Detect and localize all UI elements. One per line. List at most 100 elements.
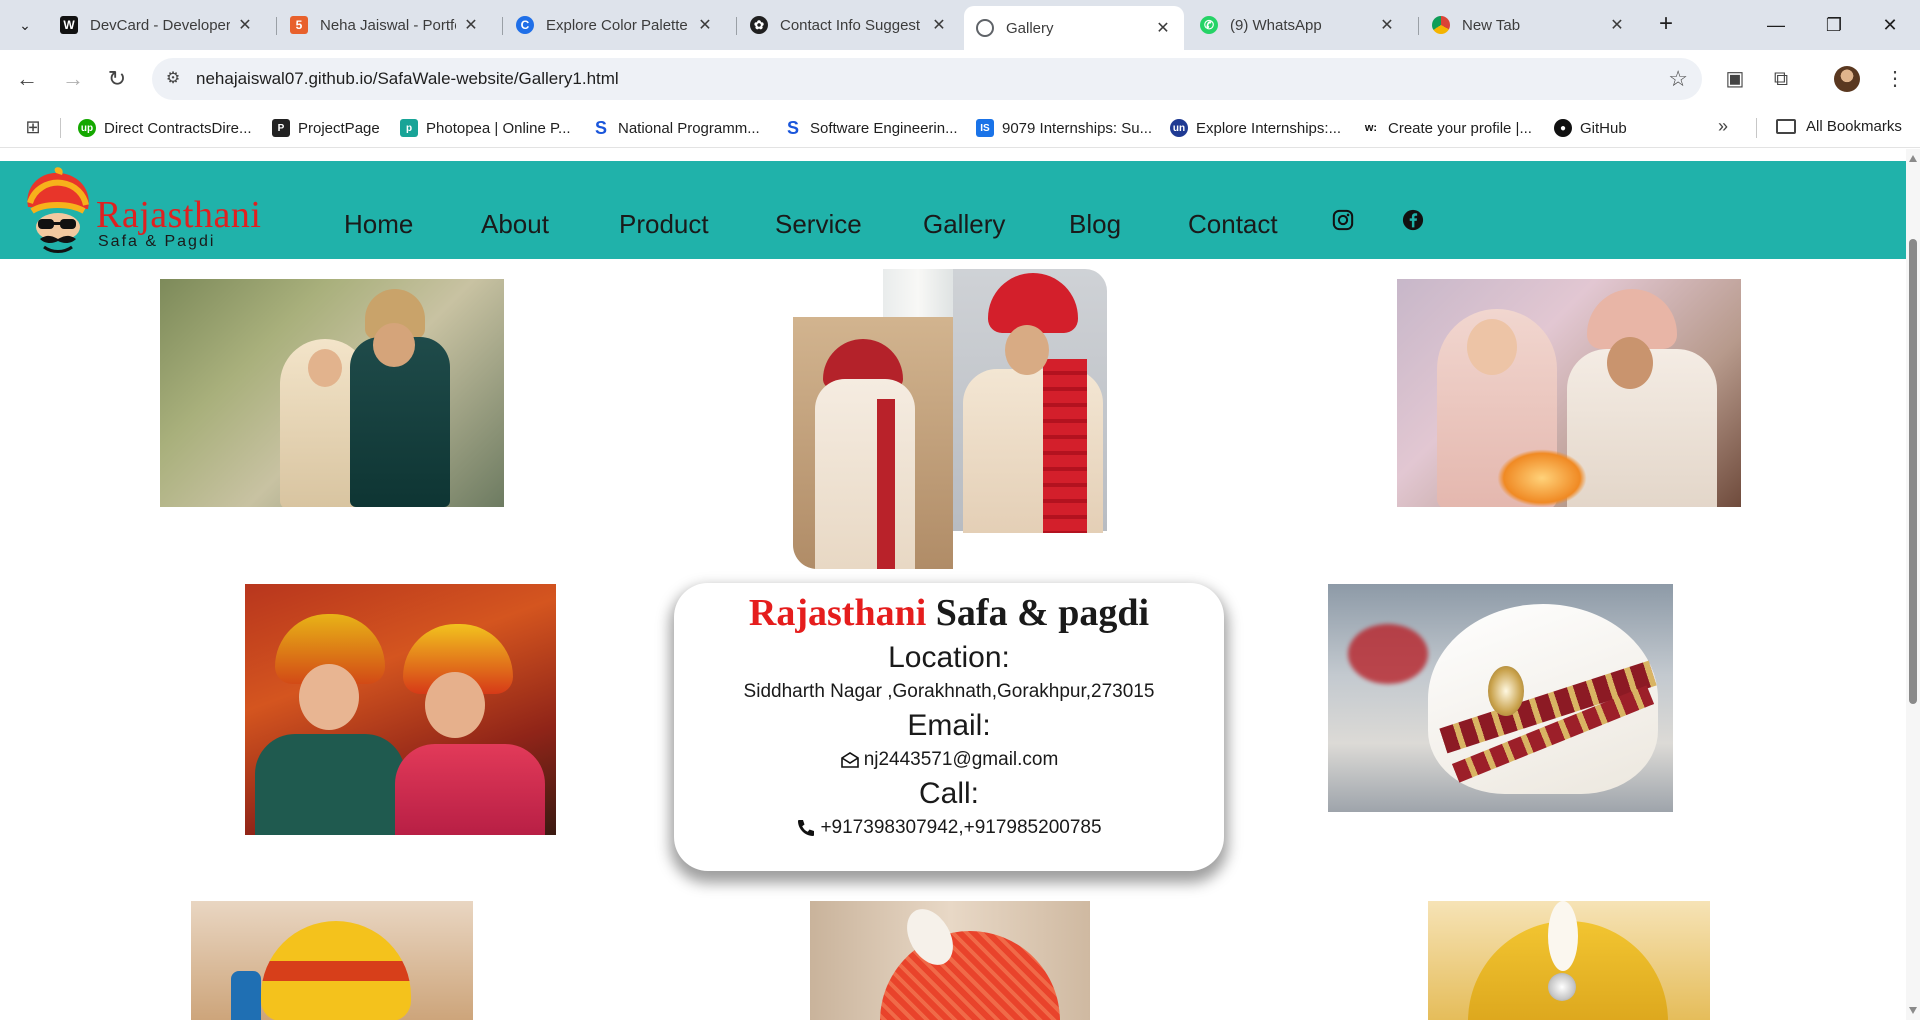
profile-avatar[interactable] [1834, 66, 1860, 92]
site-logo[interactable]: Rajasthani Safa & Pagdi [20, 167, 270, 257]
envelope-icon [840, 751, 860, 769]
gallery-image-8[interactable] [1428, 901, 1710, 1020]
close-window-button[interactable]: ✕ [1868, 8, 1912, 42]
all-bookmarks-button[interactable]: All Bookmarks [1776, 118, 1902, 135]
bookmark-star-icon[interactable]: ☆ [1668, 66, 1688, 92]
stole-right [1043, 359, 1087, 533]
phone-value[interactable]: +917398307942,+917985200785 [674, 817, 1224, 839]
nav-gallery[interactable]: Gallery [923, 209, 1005, 240]
bookmark-item[interactable]: w: Create your profile |... [1362, 118, 1532, 138]
bookmark-label: National Programm... [618, 119, 760, 137]
close-icon[interactable]: ✕ [930, 15, 948, 35]
close-icon[interactable]: ✕ [236, 15, 254, 35]
bookmark-label: Explore Internships:... [1196, 119, 1342, 137]
stole-left [877, 399, 895, 569]
bookmark-item[interactable]: un Explore Internships:... [1170, 118, 1341, 138]
scrollbar-thumb[interactable] [1909, 239, 1917, 704]
close-icon[interactable]: ✕ [462, 15, 480, 35]
side-panel-icon[interactable]: ▣ [1720, 64, 1750, 94]
bookmark-label: Direct ContractsDire... [104, 119, 252, 137]
instagram-icon[interactable] [1332, 209, 1354, 231]
chatgpt-icon: ✿ [750, 16, 768, 34]
face-right [1005, 325, 1049, 375]
close-icon[interactable]: ✕ [1154, 18, 1172, 38]
nav-service[interactable]: Service [775, 209, 862, 240]
bookmark-item[interactable]: p Photopea | Online P... [400, 118, 571, 138]
contact-title: Rajasthani Safa & pagdi [674, 591, 1224, 635]
nav-product[interactable]: Product [619, 209, 709, 240]
face-right [425, 672, 485, 738]
page-viewport: Rajasthani Safa & Pagdi Home About Produ… [0, 149, 1906, 1020]
tab-title: Explore Color Palette [546, 16, 688, 34]
scroll-down-arrow-icon[interactable] [1909, 1007, 1917, 1014]
logo-text: Rajasthani [96, 194, 262, 236]
page-scrollbar[interactable] [1906, 149, 1920, 1020]
email-value[interactable]: nj2443571@gmail.com [674, 749, 1224, 771]
bookmark-item[interactable]: S National Programm... [592, 118, 760, 138]
tab-search-button[interactable]: ⌄ [10, 11, 40, 39]
bookmarks-overflow-icon[interactable]: » [1718, 116, 1728, 137]
email-heading: Email: [907, 709, 991, 742]
gallery-image-3[interactable] [1397, 279, 1741, 507]
gallery-image-1[interactable] [160, 279, 504, 507]
w-icon: W [60, 16, 78, 34]
outfit-left [255, 734, 405, 835]
gallery-image-6[interactable] [191, 901, 473, 1020]
tab-new-tab[interactable]: New Tab ✕ [1420, 8, 1638, 42]
menu-kebab-icon[interactable]: ⋮ [1880, 64, 1910, 94]
call-heading: Call: [918, 777, 979, 810]
phone-text[interactable]: +917398307942,+917985200785 [820, 817, 1101, 839]
tab-portfolio[interactable]: 5 Neha Jaiswal - Portfo ✕ [278, 8, 492, 42]
gallery-image-2[interactable] [793, 269, 1107, 569]
html5-icon: 5 [290, 16, 308, 34]
tab-chatgpt[interactable]: ✿ Contact Info Suggest ✕ [738, 8, 960, 42]
bookmark-item[interactable]: ● GitHub [1554, 118, 1627, 138]
extensions-icon[interactable]: ⧉ [1766, 64, 1796, 94]
facebook-icon[interactable] [1402, 209, 1424, 231]
tab-devcard[interactable]: W DevCard - Developer ✕ [48, 8, 266, 42]
groom-face [1607, 337, 1653, 389]
nav-about[interactable]: About [481, 209, 549, 240]
nav-contact[interactable]: Contact [1188, 209, 1278, 240]
reload-button[interactable]: ↻ [102, 64, 132, 94]
restore-button[interactable]: ❐ [1812, 8, 1856, 42]
bg-safa-red [1348, 624, 1428, 684]
site-info-icon[interactable]: ⚙ [162, 68, 184, 90]
address-bar[interactable]: ⚙ nehajaiswal07.github.io/SafaWale-websi… [152, 58, 1702, 100]
photopea-icon: p [400, 119, 418, 137]
close-icon[interactable]: ✕ [696, 15, 714, 35]
tab-coolors[interactable]: C Explore Color Palette ✕ [504, 8, 726, 42]
tab-separator [736, 17, 737, 35]
back-button[interactable]: ← [12, 64, 42, 94]
new-tab-button[interactable]: + [1651, 10, 1681, 40]
bookmark-item[interactable]: S Software Engineerin... [784, 118, 958, 138]
groom-face [373, 323, 415, 367]
apps-grid-icon[interactable]: ⊞ [22, 116, 44, 138]
tab-whatsapp[interactable]: ✆ (9) WhatsApp ✕ [1188, 8, 1408, 42]
bookmark-item[interactable]: up Direct ContractsDire... [78, 118, 252, 138]
nav-home[interactable]: Home [344, 209, 413, 240]
gallery-image-5[interactable] [1328, 584, 1673, 812]
tab-separator [502, 17, 503, 35]
forward-button[interactable]: → [58, 64, 88, 94]
url-text[interactable]: nehajaiswal07.github.io/SafaWale-website… [196, 69, 619, 89]
tab-gallery[interactable]: Gallery ✕ [964, 6, 1184, 50]
close-icon[interactable]: ✕ [1378, 15, 1396, 35]
bride-face [308, 349, 342, 387]
bookmark-item[interactable]: IS 9079 Internships: Su... [976, 118, 1152, 138]
gallery-image-7[interactable] [810, 901, 1090, 1020]
bride-face [1467, 319, 1517, 375]
scroll-up-arrow-icon[interactable] [1909, 155, 1917, 162]
tab-separator [1418, 17, 1419, 35]
phone-icon [796, 818, 816, 838]
browser-tab-bar: ⌄ W DevCard - Developer ✕ 5 Neha Jaiswal… [0, 0, 1920, 50]
email-text[interactable]: nj2443571@gmail.com [864, 749, 1059, 771]
minimize-button[interactable]: — [1754, 8, 1798, 42]
nav-blog[interactable]: Blog [1069, 209, 1121, 240]
gallery-image-4[interactable] [245, 584, 556, 835]
bookmark-item[interactable]: P ProjectPage [272, 118, 380, 138]
bookmark-label: GitHub [1580, 119, 1627, 137]
bookmark-label: ProjectPage [298, 119, 380, 137]
globe-icon [976, 19, 994, 37]
close-icon[interactable]: ✕ [1608, 15, 1626, 35]
